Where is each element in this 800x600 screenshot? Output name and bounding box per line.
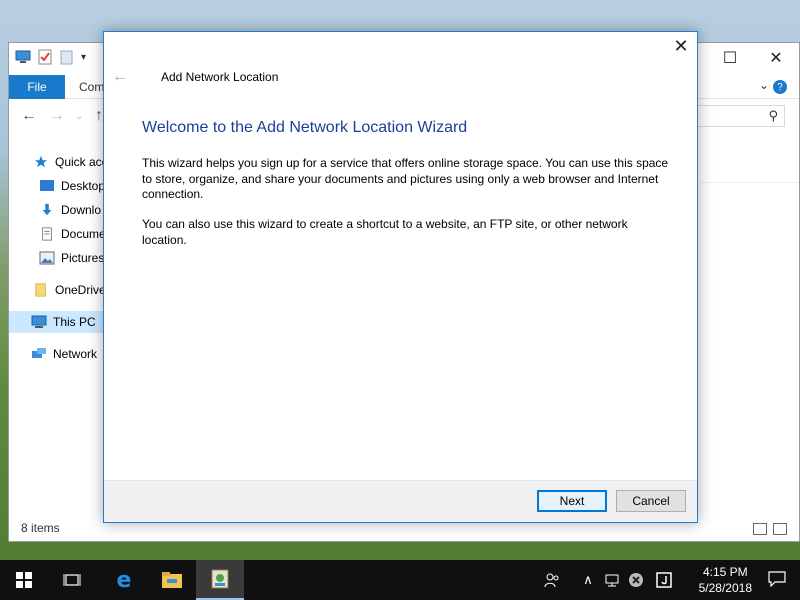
- add-network-location-wizard: ✕ ← Add Network Location Welcome to the …: [103, 31, 698, 523]
- input-method-icon[interactable]: [656, 572, 672, 588]
- download-arrow-icon: [42, 203, 52, 216]
- sidebar-item-documents[interactable]: Docume: [9, 223, 109, 245]
- up-arrow-icon[interactable]: ↑: [95, 107, 103, 125]
- close-button[interactable]: ✕: [753, 43, 799, 73]
- wizard-taskbar-button[interactable]: [196, 560, 244, 600]
- help-icon[interactable]: ?: [773, 80, 787, 94]
- start-button[interactable]: [0, 560, 48, 600]
- properties-icon[interactable]: [37, 49, 53, 65]
- cancel-button[interactable]: Cancel: [616, 490, 686, 512]
- people-icon[interactable]: [544, 572, 560, 588]
- wizard-heading: Welcome to the Add Network Location Wiza…: [142, 119, 468, 136]
- recent-locations-chevron-icon[interactable]: ⌄: [75, 111, 83, 122]
- task-view-icon: [63, 574, 81, 586]
- sidebar-item-quick-access[interactable]: Quick acc: [9, 151, 109, 173]
- file-explorer-button[interactable]: [148, 560, 196, 600]
- details-view-icon[interactable]: [753, 523, 767, 535]
- customize-toolbar-chevron-icon[interactable]: ▾: [81, 52, 86, 63]
- item-count-status: 8 items: [21, 521, 60, 535]
- explorer-window-controls: ☐ ✕: [707, 43, 799, 73]
- expand-ribbon-chevron-icon[interactable]: ⌄: [759, 78, 769, 92]
- wizard-app-icon: [211, 569, 229, 589]
- shortcut-paragraph: You can also use this wizard to create a…: [142, 217, 628, 247]
- back-arrow-icon[interactable]: ←: [112, 68, 128, 86]
- edge-icon: e: [116, 567, 132, 593]
- wizard-title: Add Network Location: [161, 70, 279, 84]
- navigation-pane: Quick acc Desktop Downlo Docume Pictures…: [9, 143, 109, 523]
- next-button[interactable]: Next: [537, 490, 607, 512]
- document-icon: [42, 227, 52, 241]
- sidebar-item-label: Pictures: [61, 251, 105, 265]
- task-view-button[interactable]: [48, 560, 96, 600]
- sidebar-item-label: This PC: [53, 315, 96, 329]
- windows-logo-icon: [16, 572, 32, 588]
- sidebar-item-label: Docume: [61, 227, 106, 241]
- action-center-button[interactable]: [768, 571, 786, 590]
- sidebar-item-label: OneDrive: [55, 283, 106, 297]
- star-icon: [34, 155, 48, 168]
- sidebar-item-pictures[interactable]: Pictures: [9, 247, 109, 269]
- computer-icon: [15, 50, 31, 63]
- quick-access-toolbar: ▾: [15, 49, 86, 65]
- volume-muted-icon[interactable]: [628, 572, 644, 588]
- picture-icon: [39, 251, 55, 265]
- show-hidden-icons-chevron-icon[interactable]: ∧: [580, 572, 596, 588]
- forward-arrow-icon[interactable]: →: [49, 107, 65, 125]
- maximize-button[interactable]: ☐: [707, 43, 753, 73]
- taskbar: e ∧ 4:15 PM 5/28/2018: [0, 560, 800, 600]
- sidebar-item-label: Downlo: [61, 203, 102, 217]
- computer-icon: [31, 315, 47, 328]
- folder-icon: [162, 572, 182, 588]
- intro-paragraph: This wizard helps you sign up for a serv…: [142, 156, 669, 201]
- back-arrow-icon[interactable]: ←: [21, 107, 37, 125]
- network-icon: [32, 348, 46, 358]
- sidebar-item-downloads[interactable]: Downlo: [9, 199, 109, 221]
- edge-browser-button[interactable]: e: [100, 560, 148, 600]
- sidebar-item-onedrive[interactable]: OneDrive: [9, 279, 109, 301]
- sidebar-item-label: Network: [53, 347, 98, 361]
- sidebar-item-network[interactable]: Network: [9, 343, 109, 365]
- system-clock[interactable]: 4:15 PM 5/28/2018: [699, 564, 752, 596]
- folder-icon: [35, 283, 46, 297]
- sidebar-item-label: Desktop: [61, 179, 106, 193]
- file-tab[interactable]: File: [9, 75, 65, 99]
- desktop-icon: [40, 180, 54, 191]
- close-icon[interactable]: ✕: [673, 37, 689, 55]
- wizard-footer: Next Cancel: [104, 480, 697, 522]
- notification-icon: [768, 571, 786, 588]
- clock-time: 4:15 PM: [702, 565, 748, 579]
- view-toggle-group: [753, 523, 787, 535]
- search-box[interactable]: ⚲: [685, 105, 785, 127]
- sidebar-item-label: Quick acc: [55, 155, 108, 169]
- large-icons-view-icon[interactable]: [773, 523, 787, 535]
- search-icon: ⚲: [768, 108, 778, 123]
- clock-date: 5/28/2018: [698, 581, 752, 595]
- content-header-row: [699, 153, 799, 183]
- sidebar-item-desktop[interactable]: Desktop: [9, 175, 109, 197]
- network-status-icon[interactable]: [604, 572, 620, 588]
- sidebar-item-this-pc[interactable]: This PC: [9, 311, 109, 333]
- new-folder-icon[interactable]: [59, 49, 75, 65]
